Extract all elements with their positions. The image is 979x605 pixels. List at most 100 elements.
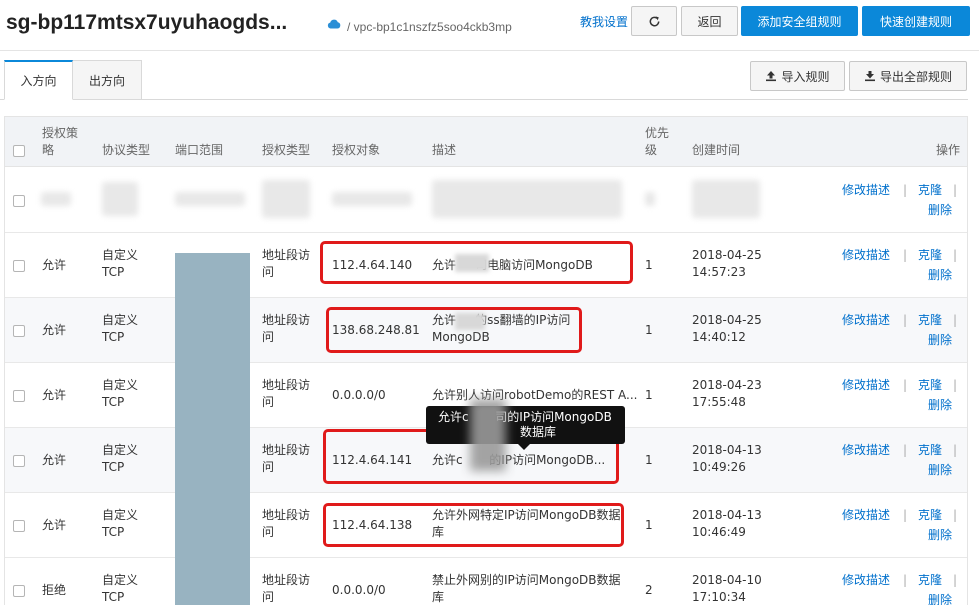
select-all-checkbox[interactable] bbox=[13, 145, 25, 157]
rule-auth-object: 138.68.248.81 bbox=[332, 323, 420, 337]
rule-auth-type-line1: 地址段访 bbox=[262, 313, 311, 327]
clone-link[interactable]: 克隆 bbox=[918, 182, 942, 199]
rule-auth-type-line1: 地址段访 bbox=[262, 443, 311, 457]
rule-priority: 1 bbox=[645, 258, 653, 272]
quick-create-rule-button[interactable]: 快速创建规则 bbox=[862, 6, 970, 36]
action-separator: | bbox=[953, 313, 958, 327]
action-separator: | bbox=[953, 183, 958, 197]
row-checkbox[interactable] bbox=[13, 520, 25, 532]
rule-protocol-line2: TCP bbox=[102, 590, 125, 604]
edit-description-link[interactable]: 修改描述 bbox=[842, 312, 890, 329]
rule-protocol-line1: 自定义 bbox=[102, 573, 139, 587]
tab-outbound[interactable]: 出方向 bbox=[72, 60, 142, 100]
rule-protocol-line2: TCP bbox=[102, 525, 125, 539]
rule-auth-type-line2: 问 bbox=[262, 525, 275, 539]
header-description: 描述 bbox=[432, 143, 457, 157]
row-checkbox[interactable] bbox=[13, 585, 25, 597]
blurred-protocol bbox=[102, 182, 138, 216]
edit-description-link[interactable]: 修改描述 bbox=[842, 247, 890, 264]
rule-auth-type-line1: 地址段访 bbox=[262, 248, 311, 262]
clone-link[interactable]: 克隆 bbox=[918, 442, 942, 459]
rule-priority: 1 bbox=[645, 453, 653, 467]
delete-link[interactable]: 删除 bbox=[928, 462, 952, 479]
row-checkbox[interactable] bbox=[13, 390, 25, 402]
action-separator: | bbox=[903, 508, 908, 522]
header-priority-line2: 级 bbox=[645, 143, 658, 157]
rule-created-time: 10:49:26 bbox=[692, 460, 746, 474]
export-all-rules-label: 导出全部规则 bbox=[879, 69, 952, 84]
refresh-button[interactable] bbox=[631, 6, 677, 36]
description-tooltip: 允许c 司的IP访问MongoDB 数据库 bbox=[426, 406, 625, 450]
rule-auth-object: 112.4.64.141 bbox=[332, 453, 413, 467]
rule-auth-object: 0.0.0.0/0 bbox=[332, 583, 386, 597]
delete-link[interactable]: 删除 bbox=[928, 267, 952, 284]
action-separator: | bbox=[903, 248, 908, 262]
tooltip-redaction-mask bbox=[470, 399, 506, 471]
upload-icon bbox=[766, 71, 777, 82]
rule-auth-type-line1: 地址段访 bbox=[262, 378, 311, 392]
rule-description-line1: 允许外网特定IP访问MongoDB数据 bbox=[432, 508, 621, 522]
rule-priority: 1 bbox=[645, 323, 653, 337]
blurred-object bbox=[332, 192, 412, 206]
rule-auth-object: 112.4.64.140 bbox=[332, 258, 413, 272]
rule-auth-type-line2: 问 bbox=[262, 590, 275, 604]
action-separator: | bbox=[953, 378, 958, 392]
clone-link[interactable]: 克隆 bbox=[918, 377, 942, 394]
delete-link[interactable]: 删除 bbox=[928, 332, 952, 349]
rule-created-date: 2018-04-13 bbox=[692, 508, 762, 522]
back-button[interactable]: 返回 bbox=[681, 6, 738, 36]
rule-description: 允许别人访问robotDemo的REST A... bbox=[432, 388, 638, 402]
rule-protocol-line2: TCP bbox=[102, 265, 125, 279]
rule-protocol-line2: TCP bbox=[102, 330, 125, 344]
header-auth-type: 授权类型 bbox=[262, 143, 311, 157]
rule-priority: 2 bbox=[645, 583, 653, 597]
teach-me-link[interactable]: 教我设置 bbox=[580, 13, 628, 30]
rule-created-date: 2018-04-13 bbox=[692, 443, 762, 457]
rule-created-time: 17:55:48 bbox=[692, 395, 746, 409]
tabs-baseline bbox=[0, 99, 968, 100]
rule-auth-type-line2: 问 bbox=[262, 330, 275, 344]
import-rules-button[interactable]: 导入规则 bbox=[750, 61, 845, 91]
delete-link[interactable]: 删除 bbox=[928, 397, 952, 414]
clone-link[interactable]: 克隆 bbox=[918, 572, 942, 589]
clone-link[interactable]: 克隆 bbox=[918, 312, 942, 329]
tooltip-line2: 数据库 bbox=[520, 425, 557, 439]
export-all-rules-button[interactable]: 导出全部规则 bbox=[849, 61, 967, 91]
action-separator: | bbox=[953, 573, 958, 587]
edit-description-link[interactable]: 修改描述 bbox=[842, 182, 890, 199]
rule-created-time: 14:40:12 bbox=[692, 330, 746, 344]
rule-auth-object: 112.4.64.138 bbox=[332, 518, 413, 532]
row-checkbox[interactable] bbox=[13, 260, 25, 272]
delete-link[interactable]: 删除 bbox=[928, 202, 952, 219]
edit-description-link[interactable]: 修改描述 bbox=[842, 442, 890, 459]
blurred-port bbox=[175, 192, 245, 206]
rule-protocol-line1: 自定义 bbox=[102, 313, 139, 327]
clone-link[interactable]: 克隆 bbox=[918, 507, 942, 524]
row-checkbox[interactable] bbox=[13, 195, 25, 207]
tab-inbound[interactable]: 入方向 bbox=[4, 60, 73, 100]
add-security-rule-button[interactable]: 添加安全组规则 bbox=[741, 6, 858, 36]
action-separator: | bbox=[903, 378, 908, 392]
edit-description-link[interactable]: 修改描述 bbox=[842, 572, 890, 589]
rule-auth-type-line2: 问 bbox=[262, 265, 275, 279]
rule-priority: 1 bbox=[645, 388, 653, 402]
delete-link[interactable]: 删除 bbox=[928, 592, 952, 605]
clone-link[interactable]: 克隆 bbox=[918, 247, 942, 264]
rule-description-line2: MongoDB bbox=[432, 330, 490, 344]
row-checkbox[interactable] bbox=[13, 455, 25, 467]
delete-link[interactable]: 删除 bbox=[928, 527, 952, 544]
rule-description-line2: 库 bbox=[432, 525, 445, 539]
rule-description-line1: 允许 的ss翻墙的IP访问 bbox=[432, 313, 571, 327]
header-policy-line2: 略 bbox=[42, 143, 55, 157]
rule-priority: 1 bbox=[645, 518, 653, 532]
blurred-auth-type bbox=[262, 180, 310, 218]
rule-created-time: 17:10:34 bbox=[692, 590, 746, 604]
rule-protocol-line2: TCP bbox=[102, 460, 125, 474]
action-separator: | bbox=[903, 183, 908, 197]
header-divider bbox=[0, 50, 979, 51]
edit-description-link[interactable]: 修改描述 bbox=[842, 377, 890, 394]
edit-description-link[interactable]: 修改描述 bbox=[842, 507, 890, 524]
rule-policy: 允许 bbox=[42, 388, 67, 402]
row-checkbox[interactable] bbox=[13, 325, 25, 337]
refresh-icon bbox=[649, 15, 659, 26]
